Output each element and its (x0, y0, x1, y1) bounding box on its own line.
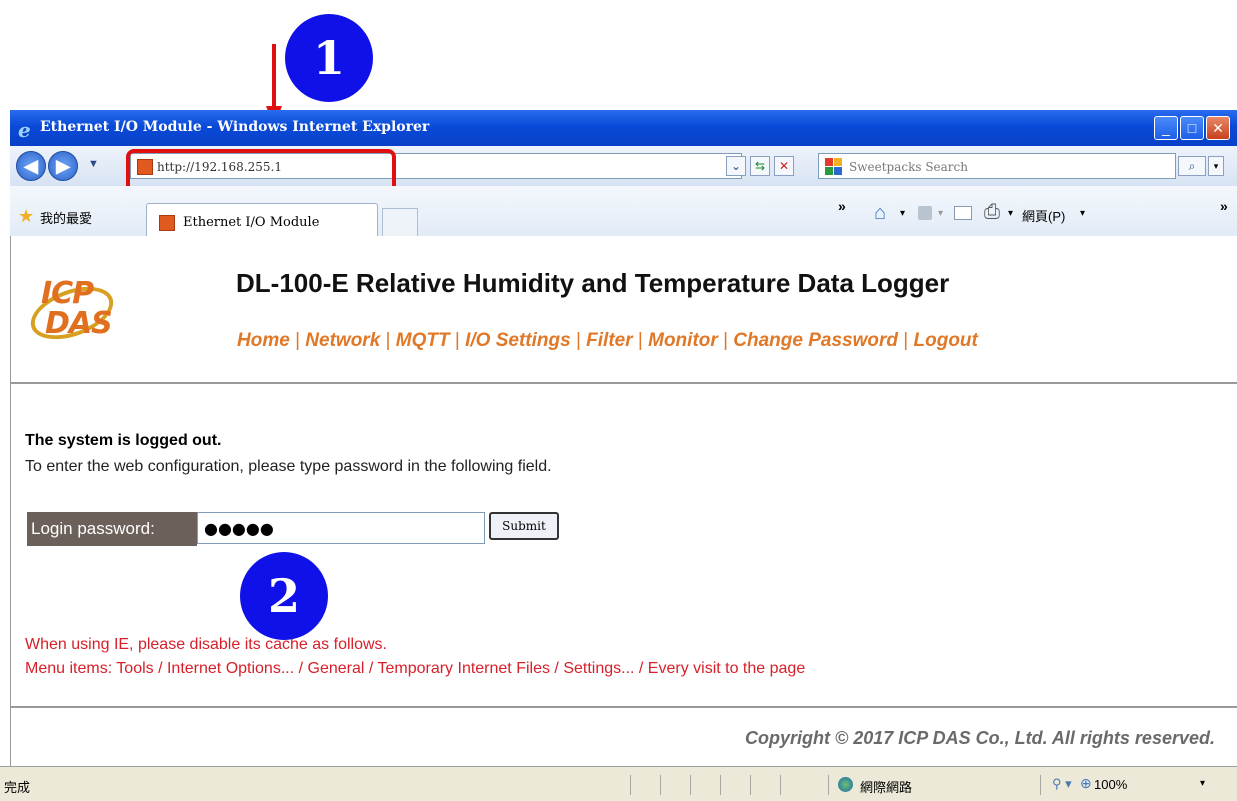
page-content: ICP DAS DL-100-E Relative Humidity and T… (10, 236, 1237, 766)
menu-network[interactable]: Network (305, 330, 380, 351)
toolbar-overflow-icon[interactable]: » (838, 198, 846, 214)
callout-badge-1: 1 (285, 14, 373, 102)
home-dropdown-icon[interactable]: ▾ (900, 208, 905, 219)
window-title-bar: e Ethernet I/O Module - Windows Internet… (10, 110, 1237, 146)
print-dropdown-icon[interactable]: ▾ (1008, 208, 1013, 219)
password-field[interactable] (197, 512, 485, 544)
copyright-text: Copyright © 2017 ICP DAS Co., Ltd. All r… (744, 728, 1215, 748)
callout-badge-2: 2 (240, 552, 328, 640)
search-button[interactable]: ⌕ (1178, 156, 1206, 176)
window-title: Ethernet I/O Module - Windows Internet E… (40, 119, 430, 135)
protected-mode-icon[interactable]: ⚲ ▾ (1052, 776, 1072, 792)
forward-button[interactable]: ▶ (48, 151, 78, 181)
tab-ethernet-io-module[interactable]: Ethernet I/O Module (146, 203, 378, 236)
menu-filter[interactable]: Filter (586, 330, 632, 351)
feeds-dropdown-icon[interactable]: ▾ (938, 208, 943, 219)
home-icon[interactable]: ⌂ (874, 202, 886, 225)
minimize-button[interactable]: _ (1154, 116, 1178, 140)
internet-zone-icon (838, 777, 853, 792)
ie-logo-icon: e (18, 118, 31, 142)
main-menu: Home | Network | MQTT | I/O Settings | F… (237, 330, 978, 351)
instruction-text: To enter the web configuration, please t… (25, 458, 552, 475)
status-text: 完成 (4, 780, 31, 795)
login-password-label: Login password: (27, 512, 197, 546)
ie-cache-warning: When using IE, please disable its cache … (25, 636, 387, 653)
ie-cache-menu-path: Menu items: Tools / Internet Options... … (25, 660, 806, 677)
page-menu-dropdown-icon[interactable]: ▾ (1080, 208, 1085, 219)
toolbar-overflow-right-icon[interactable]: » (1220, 198, 1228, 214)
menu-mqtt[interactable]: MQTT (396, 330, 450, 351)
history-dropdown-icon[interactable]: ▼ (88, 158, 99, 170)
icp-das-logo: ICP DAS (23, 276, 121, 350)
page-title: DL-100-E Relative Humidity and Temperatu… (236, 268, 950, 298)
favorites-bar: ★ 我的最愛 Ethernet I/O Module » ⌂ ▾ ▾ ⎙ ▾ 網… (10, 186, 1237, 237)
menu-logout[interactable]: Logout (914, 330, 978, 351)
page-menu[interactable]: 網頁(P) (1022, 206, 1065, 225)
maximize-button[interactable]: □ (1180, 116, 1204, 140)
new-tab-button[interactable] (382, 208, 418, 236)
search-options-button[interactable]: ▾ (1208, 156, 1224, 176)
close-button[interactable]: ✕ (1206, 116, 1230, 140)
footer-divider (11, 706, 1237, 708)
menu-change-password[interactable]: Change Password (733, 330, 898, 351)
status-bar: 完成 網際網路 ⚲ ▾ ⊕ 100% ▾ (0, 766, 1237, 801)
menu-home[interactable]: Home (237, 330, 290, 351)
feeds-icon[interactable] (918, 206, 932, 220)
sweetpacks-logo-icon (825, 158, 843, 176)
zoom-dropdown-icon[interactable]: ▾ (1200, 778, 1205, 789)
search-placeholder: Sweetpacks Search (849, 160, 968, 174)
menu-monitor[interactable]: Monitor (648, 330, 718, 351)
mail-icon[interactable] (954, 206, 972, 220)
logged-out-message: The system is logged out. (25, 432, 222, 449)
tab-favicon-icon (159, 215, 175, 231)
menu-io-settings[interactable]: I/O Settings (465, 330, 571, 351)
print-icon[interactable]: ⎙ (984, 201, 1000, 224)
tab-label: Ethernet I/O Module (183, 215, 320, 230)
header-divider (11, 382, 1237, 384)
favorites-star-icon[interactable]: ★ (18, 206, 34, 227)
refresh-button[interactable]: ⇆ (750, 156, 770, 176)
zoom-icon[interactable]: ⊕ (1080, 775, 1092, 792)
search-input[interactable]: Sweetpacks Search (818, 153, 1176, 179)
address-dropdown-button[interactable]: ⌄ (726, 156, 746, 176)
favorites-label[interactable]: 我的最愛 (40, 208, 92, 227)
stop-button[interactable]: ✕ (774, 156, 794, 176)
back-button[interactable]: ◀ (16, 151, 46, 181)
zoom-level[interactable]: 100% (1094, 777, 1127, 792)
security-zone-label[interactable]: 網際網路 (860, 777, 912, 796)
submit-button[interactable]: Submit (489, 512, 559, 540)
